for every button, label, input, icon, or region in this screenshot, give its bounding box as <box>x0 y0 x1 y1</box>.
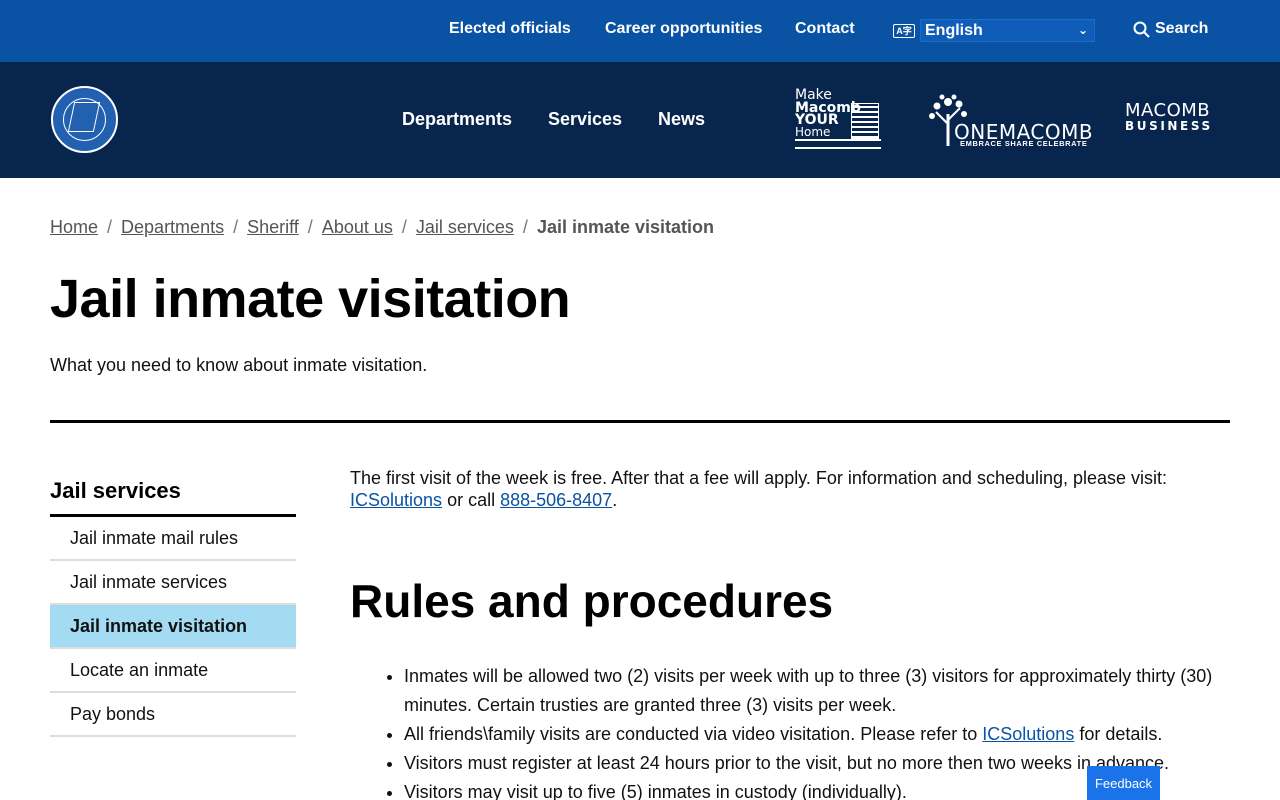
sidebar-item-jail-inmate-mail-rules[interactable]: Jail inmate mail rules <box>50 517 296 561</box>
breadcrumb-departments[interactable]: Departments <box>121 217 224 237</box>
section-title: Rules and procedures <box>350 575 834 627</box>
feedback-button[interactable]: Feedback <box>1087 766 1160 800</box>
contact-link[interactable]: Contact <box>795 20 855 38</box>
building-graphic <box>851 103 879 139</box>
main-navigation: Departments Services News Make Macomb YO… <box>0 62 1280 178</box>
intro-paragraph: The first visit of the week is free. Aft… <box>350 467 1230 511</box>
breadcrumb-separator: / <box>233 217 239 237</box>
sidebar-item-jail-inmate-services[interactable]: Jail inmate services <box>50 561 296 605</box>
sidebar-heading: Jail services <box>50 478 296 517</box>
elected-officials-link[interactable]: Elected officials <box>449 20 571 38</box>
intro-text: The first visit of the week is free. Aft… <box>350 468 1168 488</box>
breadcrumb-sheriff[interactable]: Sheriff <box>247 217 299 237</box>
breadcrumb-separator: / <box>107 217 113 237</box>
breadcrumb-current: Jail inmate visitation <box>536 217 714 237</box>
make-macomb-your-home-logo[interactable]: Make Macomb YOUR Home <box>795 88 881 151</box>
breadcrumb: Home / Departments / Sheriff / About us / Jail s… <box>50 217 714 238</box>
search-icon <box>1133 21 1150 38</box>
nav-departments[interactable]: Departments <box>402 109 512 130</box>
chevron-down-icon: ⌄ <box>1077 23 1088 37</box>
nav-services[interactable]: Services <box>548 109 622 130</box>
intro-end-text: . <box>612 490 618 510</box>
language-icon: A字 <box>893 23 915 38</box>
search-label: Search <box>1155 20 1209 37</box>
business-logo-line2: BUSINESS <box>1125 119 1213 133</box>
career-opportunities-link[interactable]: Career opportunities <box>605 20 762 38</box>
sidebar: Jail services Jail inmate mail rules Jai… <box>50 478 296 737</box>
page-title: Jail inmate visitation <box>50 269 571 329</box>
breadcrumb-separator: / <box>522 217 528 237</box>
rule-text: All friends\family visits are conducted … <box>404 724 983 744</box>
icsolutions-link[interactable]: ICSolutions <box>982 724 1074 744</box>
search-button[interactable]: Search <box>1133 20 1208 38</box>
onemacomb-tagline: EMBRACE SHARE CELEBRATE <box>960 139 1088 148</box>
language-select[interactable]: English ⌄ <box>920 19 1095 42</box>
phone-link[interactable]: 888-506-8407 <box>500 490 612 510</box>
breadcrumb-home[interactable]: Home <box>50 217 98 237</box>
utility-bar: Elected officials Career opportunities C… <box>0 0 1280 62</box>
intro-mid-text: or call <box>442 490 501 510</box>
business-logo-line1: MACOMB <box>1125 100 1211 121</box>
language-value: English <box>925 21 983 39</box>
nav-news[interactable]: News <box>658 109 705 130</box>
onemacomb-logo[interactable]: ONEMACOMB EMBRACE SHARE CELEBRATE <box>928 94 1093 150</box>
sidebar-item-locate-an-inmate[interactable]: Locate an inmate <box>50 649 296 693</box>
breadcrumb-separator: / <box>401 217 407 237</box>
icsolutions-link[interactable]: ICSolutions <box>350 490 442 510</box>
divider <box>50 420 1230 423</box>
rule-item: All friends\family visits are conducted … <box>404 720 1234 749</box>
breadcrumb-separator: / <box>307 217 313 237</box>
breadcrumb-about-us[interactable]: About us <box>322 217 393 237</box>
page-subtitle: What you need to know about inmate visit… <box>50 355 428 375</box>
language-selector[interactable]: A字 English ⌄ <box>893 19 1095 42</box>
sidebar-item-pay-bonds[interactable]: Pay bonds <box>50 693 296 737</box>
rule-item: Inmates will be allowed two (2) visits p… <box>404 662 1234 720</box>
waves-graphic <box>795 139 881 149</box>
macomb-business-logo[interactable]: MACOMB BUSINESS <box>1125 102 1213 133</box>
sidebar-item-jail-inmate-visitation[interactable]: Jail inmate visitation <box>50 605 296 649</box>
breadcrumb-jail-services[interactable]: Jail services <box>416 217 514 237</box>
macomb-county-seal-logo[interactable] <box>51 86 118 153</box>
rule-text: for details. <box>1074 724 1163 744</box>
